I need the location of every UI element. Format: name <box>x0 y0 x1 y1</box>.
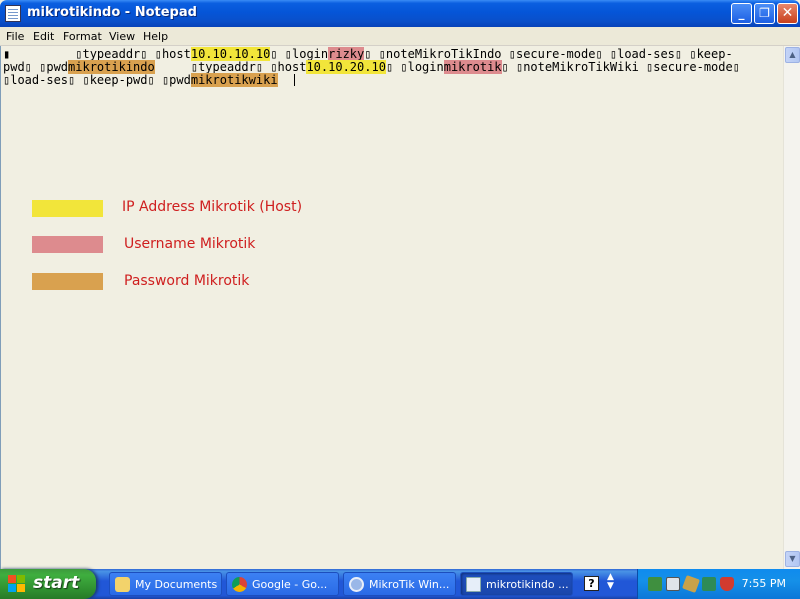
text-caret <box>294 74 295 86</box>
scroll-up-icon[interactable]: ▲ <box>785 47 800 63</box>
task-notepad[interactable]: mikrotikindo ... <box>460 572 573 596</box>
tray-expand-icon[interactable]: ▲ ▼ <box>607 573 614 591</box>
title-bar[interactable]: mikrotikindo - Notepad _ ❐ ✕ <box>0 0 800 27</box>
task-label: My Documents <box>135 578 218 591</box>
legend-swatch-host <box>32 200 103 217</box>
text-line-3: ▯load-ses▯ ▯keep-pwd▯ ▯pwdmikrotikwiki <box>3 73 295 87</box>
menu-bar: File Edit Format View Help <box>0 27 800 46</box>
maximize-button[interactable]: ❐ <box>754 3 775 24</box>
text-segment: ▯typeaddr▯ ▯host <box>154 60 307 74</box>
winbox-icon <box>349 577 364 592</box>
password-highlight: mikrotikwiki <box>190 73 278 87</box>
taskbar: start My Documents Google - Go... MikroT… <box>0 569 800 599</box>
task-my-documents[interactable]: My Documents <box>109 572 222 596</box>
text-segment: pwd▯ ▯pwd <box>3 60 69 74</box>
menu-view[interactable]: View <box>107 29 137 44</box>
notepad-icon <box>5 5 21 22</box>
legend-label-password: Password Mikrotik <box>124 273 250 289</box>
legend-swatch-username <box>32 236 103 253</box>
task-mikrotik-winbox[interactable]: MikroTik Win... <box>343 572 456 596</box>
legend-swatch-password <box>32 273 103 290</box>
system-tray: 7:55 PM <box>637 569 800 599</box>
shield-icon[interactable] <box>720 577 734 591</box>
task-label: MikroTik Win... <box>369 578 450 591</box>
tool-icon[interactable] <box>682 575 700 593</box>
menu-format[interactable]: Format <box>61 29 104 44</box>
menu-help[interactable]: Help <box>141 29 170 44</box>
security-icon[interactable] <box>702 577 716 591</box>
clock[interactable]: 7:55 PM <box>742 577 786 590</box>
legend-label-username: Username Mikrotik <box>124 236 256 252</box>
text-segment: ▯load-ses▯ ▯keep-pwd▯ ▯pwd <box>3 73 191 87</box>
text-segment <box>278 73 292 87</box>
password-highlight: mikrotikindo <box>68 60 155 74</box>
start-label: start <box>33 573 80 593</box>
legend-label-host: IP Address Mikrotik (Host) <box>122 199 303 215</box>
vertical-scrollbar[interactable]: ▲ ▼ <box>783 46 800 569</box>
close-button[interactable]: ✕ <box>777 3 798 24</box>
text-segment: ▯ ▯login <box>385 60 444 74</box>
scroll-down-icon[interactable]: ▼ <box>785 551 800 567</box>
menu-edit[interactable]: Edit <box>31 29 56 44</box>
task-google[interactable]: Google - Go... <box>226 572 339 596</box>
chrome-icon <box>232 577 247 592</box>
text-segment: ▯ ▯noteMikroTikWiki ▯secure-mode▯ <box>501 60 740 74</box>
start-button[interactable]: start <box>0 569 96 599</box>
network-icon[interactable] <box>648 577 662 591</box>
text-segment: ▯ ▯noteMikroTikIndo ▯secure-mode▯ ▯load-… <box>364 47 733 61</box>
menu-file[interactable]: File <box>4 29 26 44</box>
minimize-button[interactable]: _ <box>731 3 752 24</box>
text-segment: ▮ ▯typeaddr▯ ▯host <box>3 47 191 61</box>
task-label: mikrotikindo ... <box>486 578 569 591</box>
folder-icon <box>115 577 130 592</box>
windows-logo-icon <box>8 575 26 593</box>
vmware-icon[interactable] <box>666 577 680 591</box>
task-label: Google - Go... <box>252 578 328 591</box>
window-title: mikrotikindo - Notepad <box>27 5 197 20</box>
host-highlight: 10.10.10.10 <box>190 47 271 61</box>
username-highlight: rizky <box>328 47 365 61</box>
text-segment: ▯ ▯login <box>270 47 329 61</box>
notepad-icon <box>466 577 481 592</box>
username-highlight: mikrotik <box>443 60 502 74</box>
host-highlight: 10.10.20.10 <box>306 60 386 74</box>
help-icon[interactable]: ? <box>584 576 599 591</box>
text-editor[interactable]: ▮ ▯typeaddr▯ ▯host10.10.10.10▯ ▯loginriz… <box>0 46 783 569</box>
